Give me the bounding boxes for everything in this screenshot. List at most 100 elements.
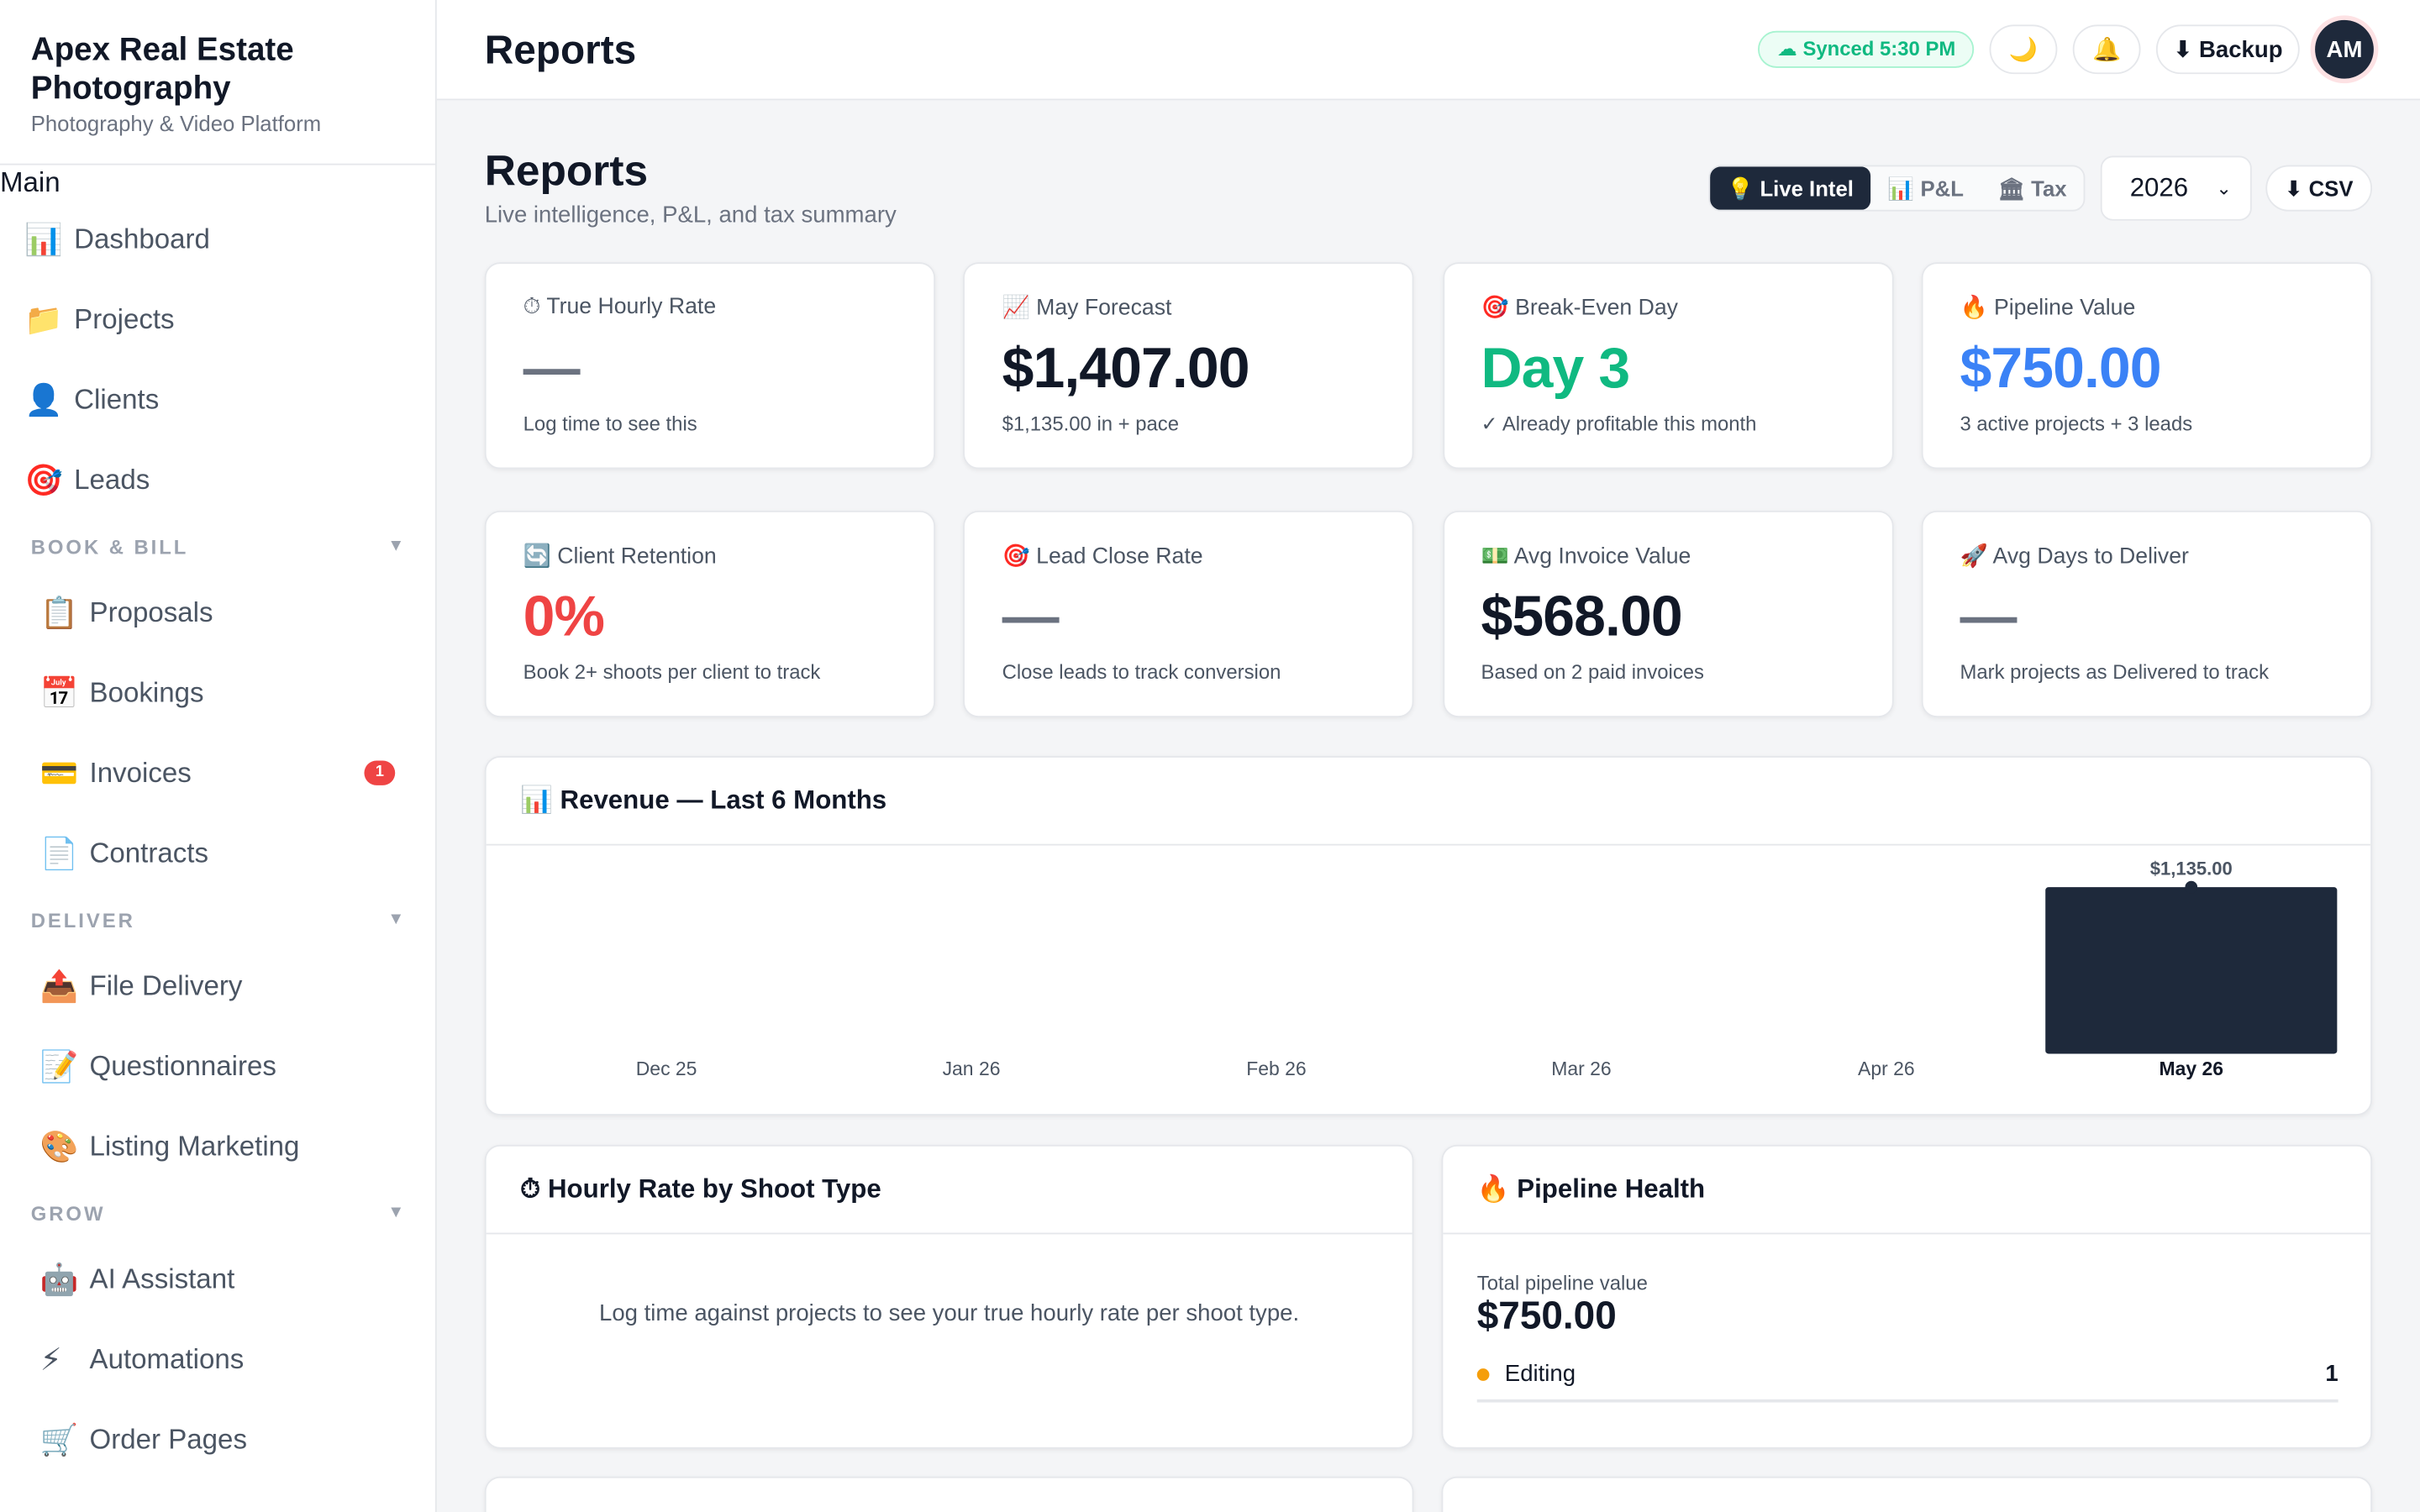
nav-deliver-group: 📤 File Delivery 📝 Questionnaires 🎨 Listing Ma…	[0, 946, 435, 1187]
nav-section-book-bill[interactable]: BOOK & BILL ▼	[0, 520, 435, 572]
kpi-note: Mark projects as Delivered to track	[1960, 660, 2270, 684]
sidebar-item-label: Clients	[74, 383, 160, 415]
nav-section-grow[interactable]: GROW ▼	[0, 1186, 435, 1238]
nav-main-group: 📊 Dashboard 📁 Projects 👤 Clients 🎯 Leads	[0, 199, 435, 520]
sidebar-item-clients[interactable]: 👤 Clients	[0, 360, 435, 440]
revenue-bar-data-label: $1,135.00	[2150, 858, 2233, 879]
page-header: Reports Live intelligence, P&L, and tax …	[484, 100, 2373, 262]
chevron-down-icon: ▼	[387, 537, 405, 556]
nav-section-label: DELIVER	[30, 907, 135, 932]
kpi-note: Book 2+ shoots per client to track	[523, 660, 821, 684]
kpi-label: ⏱ True Hourly Rate	[523, 294, 717, 320]
kpi-note: $1,135.00 in + pace	[1002, 412, 1180, 435]
kpi-row: 🔄 Client Retention 0% Book 2+ shoots per c…	[484, 510, 2372, 718]
sidebar-item-label: Dashboard	[74, 223, 210, 255]
kpi-card: ⏱ True Hourly Rate — Log time to see this	[484, 262, 936, 470]
kpi-note: Close leads to track conversion	[1002, 660, 1281, 684]
sidebar-item-label: AI Assistant	[89, 1263, 235, 1294]
bell-icon: 🔔	[2092, 37, 2122, 64]
sidebar-item-label: Listing Marketing	[89, 1130, 300, 1162]
year-select-value: 2026	[2129, 172, 2189, 202]
pipeline-total-label: Total pipeline value	[1476, 1271, 1648, 1295]
theme-toggle-button[interactable]: 🌙	[1989, 24, 2058, 75]
sidebar-item-leads[interactable]: 🎯 Leads	[0, 439, 435, 520]
sidebar-item-icon: 👤	[24, 383, 64, 417]
sidebar-item-label: Invoices	[89, 756, 192, 788]
nav-book-bill-group: 📋 Proposals 📅 Bookings 💳 Invoices 1 📄 Contracts	[0, 572, 435, 893]
sidebar-item-label: Questionnaires	[89, 1049, 276, 1081]
pipeline-total-value: $750.00	[1476, 1294, 1617, 1338]
sidebar-item-label: Automations	[89, 1342, 245, 1374]
kpi-value: 0%	[523, 585, 605, 648]
kpi-label: 🔄 Client Retention	[523, 544, 717, 570]
pipeline-health-panel: 🔥 Pipeline Health Total pipeline value $…	[1441, 1144, 2373, 1449]
sidebar-item-icon: 🛒	[39, 1423, 79, 1457]
brand-name: Apex Real Estate Photography	[30, 32, 294, 107]
x-axis-tick-label: Feb 26	[1246, 1058, 1306, 1079]
year-select[interactable]: 2026 ⌄	[2100, 155, 2252, 221]
kpi-card: 🔥 Pipeline Value $750.00 3 active projects…	[1921, 262, 2372, 470]
next-panel-left	[484, 1476, 1414, 1512]
sidebar-item-projects[interactable]: 📁 Projects	[0, 279, 435, 360]
sidebar-item-icon: 🎯	[24, 463, 64, 498]
sidebar-item-file-delivery[interactable]: 📤 File Delivery	[0, 946, 435, 1026]
sidebar-item-invoices[interactable]: 💳 Invoices 1	[0, 732, 435, 813]
nav-heading-main: Main	[0, 166, 60, 198]
kpi-label: 📈 May Forecast	[1002, 296, 1172, 322]
kpi-note: 3 active projects + 3 leads	[1960, 412, 2193, 435]
hourly-rate-empty-message: Log time against projects to see your tr…	[599, 1300, 1300, 1327]
tab-live-intel[interactable]: 💡 Live Intel	[1710, 166, 1871, 210]
sidebar-item-listing-marketing[interactable]: 🎨 Listing Marketing	[0, 1106, 435, 1187]
sidebar-item-ai-assistant[interactable]: 🤖 AI Assistant	[0, 1239, 435, 1320]
sidebar-item-icon: 🤖	[39, 1263, 79, 1297]
sidebar-item-order-pages[interactable]: 🛒 Order Pages	[0, 1399, 435, 1480]
kpi-value: $1,407.00	[1002, 336, 1250, 400]
kpi-label: 🚀 Avg Days to Deliver	[1960, 544, 2189, 570]
sidebar-item-icon: 📋	[39, 596, 79, 631]
main-content: Reports Live intelligence, P&L, and tax …	[484, 100, 2373, 1512]
sidebar-item-icon: 📤	[39, 969, 79, 1004]
sidebar-item-label: Projects	[74, 302, 175, 334]
kpi-card: 🎯 Break-Even Day Day 3 ✓ Already profitabl…	[1442, 262, 1893, 470]
revenue-panel: 📊 Revenue — Last 6 Months Dec 25 Jan 26 Fe…	[484, 755, 2373, 1116]
sidebar-item-questionnaires[interactable]: 📝 Questionnaires	[0, 1026, 435, 1106]
count-badge: 1	[364, 760, 396, 785]
revenue-chart: Dec 25 Jan 26 Feb 26 Mar 26 Apr 26 $1,135.00 M…	[636, 858, 2338, 1079]
kpi-row: ⏱ True Hourly Rate — Log time to see this 📈…	[484, 262, 2372, 470]
notifications-button[interactable]: 🔔	[2072, 24, 2141, 75]
csv-export-button[interactable]: ⬇ CSV	[2265, 165, 2373, 212]
kpi-note: Based on 2 paid invoices	[1481, 660, 1705, 684]
kpi-card: 🔄 Client Retention 0% Book 2+ shoots per c…	[484, 510, 936, 718]
sidebar-item-proposals[interactable]: 📋 Proposals	[0, 572, 435, 653]
sidebar-item-icon: 📄	[39, 837, 79, 871]
sidebar-item-bookings[interactable]: 📅 Bookings	[0, 653, 435, 733]
page-title: Reports	[484, 146, 649, 195]
x-axis-tick-label: Dec 25	[636, 1058, 697, 1079]
kpi-label: 🔥 Pipeline Value	[1960, 296, 2136, 322]
sidebar-item-automations[interactable]: ⚡ Automations	[0, 1319, 435, 1399]
hourly-rate-panel-title: ⏱ Hourly Rate by Shoot Type	[486, 1147, 1413, 1235]
tab-tax[interactable]: 🏛 Tax	[1981, 166, 2084, 209]
sidebar-item-contracts[interactable]: 📄 Contracts	[0, 813, 435, 894]
page-subtitle: Live intelligence, P&L, and tax summary	[484, 202, 897, 228]
x-axis-tick-label: Jan 26	[943, 1058, 1001, 1079]
revenue-bar[interactable]	[2045, 887, 2338, 1054]
sidebar-item-label: Bookings	[89, 676, 204, 708]
nav-section-deliver[interactable]: DELIVER ▼	[0, 893, 435, 945]
avatar[interactable]: AM	[2315, 19, 2374, 79]
sidebar-item-icon: 📝	[39, 1049, 79, 1084]
kpi-value: $568.00	[1481, 585, 1683, 648]
hourly-rate-panel: ⏱ Hourly Rate by Shoot Type Log time aga…	[484, 1144, 1414, 1449]
sidebar-item-label: Contracts	[89, 837, 209, 869]
sync-status-badge: ☁ Synced 5:30 PM	[1758, 30, 1975, 68]
kpi-label: 🎯 Lead Close Rate	[1002, 544, 1203, 570]
tab-pnl[interactable]: 📊 P&L	[1870, 166, 1981, 209]
sidebar-item-label: Proposals	[89, 596, 213, 627]
kpi-note: Log time to see this	[523, 412, 697, 435]
topbar-title: Reports	[484, 25, 637, 72]
sidebar-item-icon: 💳	[39, 756, 79, 791]
pipeline-stage-row[interactable]: Editing 1	[1476, 1361, 2338, 1403]
backup-button[interactable]: ⬇ Backup	[2156, 24, 2300, 75]
nav-section-label: BOOK & BILL	[30, 534, 189, 558]
sidebar-item-dashboard[interactable]: 📊 Dashboard	[0, 199, 435, 280]
